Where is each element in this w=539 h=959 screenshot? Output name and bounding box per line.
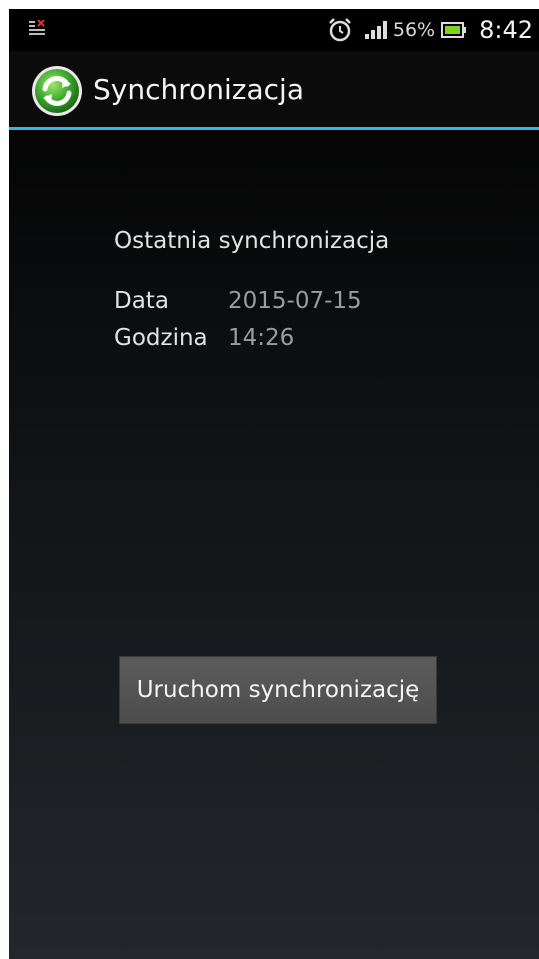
action-bar: Synchronizacja [9,51,539,127]
notification-icon [29,20,45,35]
battery-icon [441,22,467,38]
status-clock: 8:42 [479,16,533,44]
time-value: 14:26 [228,325,295,351]
status-bar: 56% 8:42 [9,9,539,51]
main-content: Ostatnia synchronizacja Data 2015-07-15 … [9,130,539,959]
sync-app-icon[interactable] [31,65,83,117]
app-title: Synchronizacja [93,73,304,106]
signal-icon [364,21,387,39]
time-label: Godzina [114,325,208,351]
start-sync-button[interactable]: Uruchom synchronizację [119,656,437,724]
last-sync-heading: Ostatnia synchronizacja [114,228,390,254]
date-label: Data [114,288,169,314]
battery-percent: 56% [392,19,436,41]
phone-screen: 56% 8:42 Synchronizacja Ostatnia synchro… [9,9,539,959]
date-value: 2015-07-15 [228,288,362,314]
alarm-icon [328,18,351,42]
